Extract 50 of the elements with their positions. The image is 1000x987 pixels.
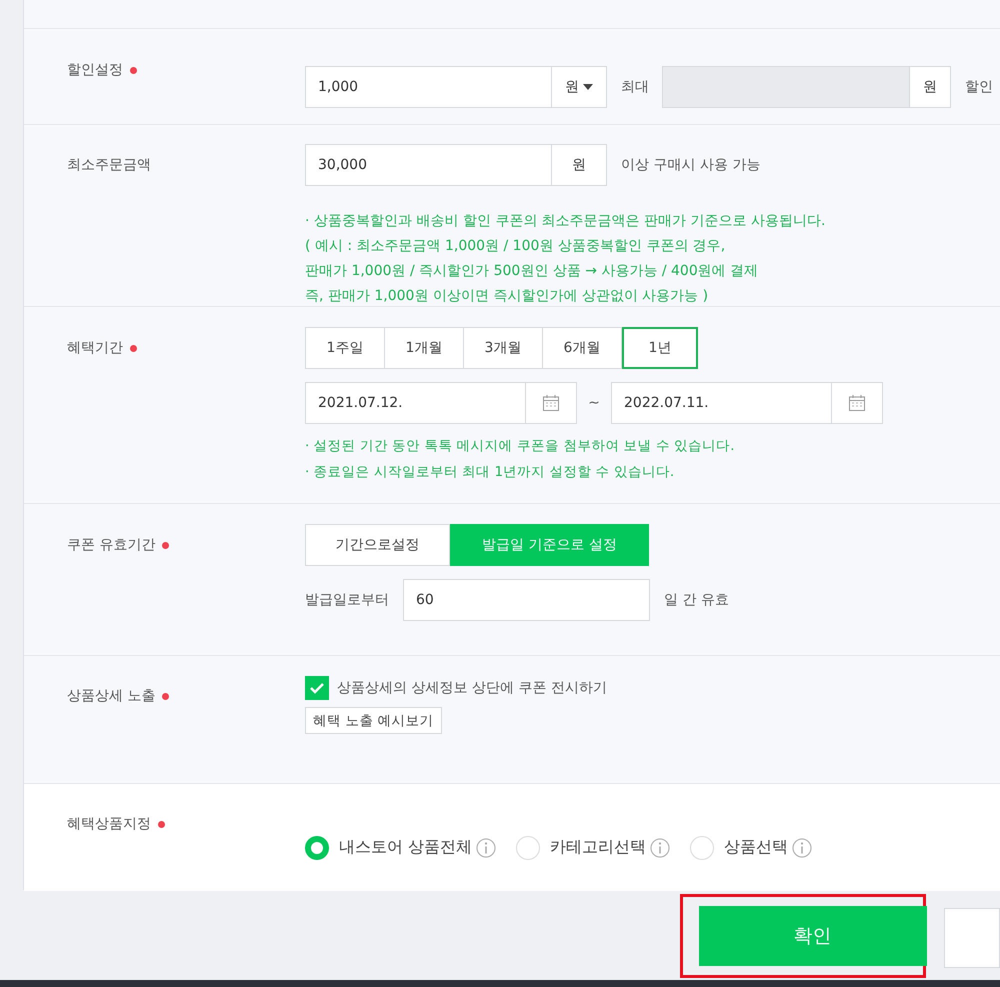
unit-dropdown[interactable]: 원	[552, 66, 607, 108]
radio-label: 내스토어 상품전체	[339, 837, 472, 858]
end-date-field[interactable]: 2022.07.11.	[611, 382, 883, 424]
caret-icon	[583, 84, 593, 90]
radio-button[interactable]	[690, 836, 714, 860]
calendar-icon	[542, 394, 560, 412]
start-date-field[interactable]: 2021.07.12.	[305, 382, 577, 424]
help-note: ( 예시 : 최소주문금액 1,000원 / 100원 상품중복할인 쿠폰의 경우,	[305, 237, 726, 256]
help-note: · 상품중복할인과 배송비 할인 쿠폰의 최소주문금액은 판매가 기준으로 사용됩니다.	[305, 212, 827, 231]
period-preset-button[interactable]: 3개월	[463, 327, 543, 369]
validity-option-button[interactable]: 기간으로설정	[305, 524, 450, 566]
discount-amount-field[interactable]: 1,000	[305, 66, 552, 108]
check-icon	[309, 682, 325, 694]
radio-button[interactable]	[516, 836, 540, 860]
radio-label: 상품선택	[724, 837, 788, 858]
days-label: 발급일로부터	[305, 591, 389, 609]
range-separator: ~	[587, 395, 601, 411]
period-preset-button[interactable]: 1주일	[305, 327, 385, 369]
field-label: 상품상세 노출	[67, 687, 156, 705]
field-label: 최소주문금액	[67, 156, 151, 174]
secondary-button[interactable]	[944, 908, 1000, 968]
field-label: 혜택기간	[67, 339, 123, 357]
calendar-icon	[848, 394, 866, 412]
min-order-suffix: 이상 구매시 사용 가능	[621, 156, 760, 174]
period-preset-button[interactable]: 6개월	[542, 327, 622, 369]
info-icon	[792, 838, 812, 858]
field-label: 쿠폰 유효기간	[67, 536, 156, 554]
field-label: 혜택상품지정	[67, 815, 151, 833]
max-label: 최대	[621, 78, 649, 96]
radio-button[interactable]	[305, 836, 329, 860]
min-order-field[interactable]: 30,000	[305, 144, 552, 186]
unit-label: 원	[552, 144, 607, 186]
days-suffix: 일 간 유효	[664, 591, 729, 609]
radio-label: 카테고리선택	[550, 837, 646, 858]
period-preset-button[interactable]: 1개월	[384, 327, 464, 369]
unit-label: 원	[910, 66, 951, 108]
days-field[interactable]: 60	[403, 579, 650, 621]
info-icon	[476, 838, 496, 858]
help-note: 판매가 1,000원 / 즉시할인가 500원인 상품 → 사용가능 / 400원에 결제	[305, 262, 760, 281]
help-note: · 설정된 기간 동안 톡톡 메시지에 쿠폰을 첨부하여 보낼 수 있습니다.	[305, 437, 736, 456]
preview-button[interactable]: 혜택 노출 예시보기	[305, 707, 442, 734]
help-note: · 종료일은 시작일로부터 최대 1년까지 설정할 수 있습니다.	[305, 463, 676, 482]
info-icon	[650, 838, 670, 858]
max-amount-field[interactable]	[662, 66, 910, 108]
field-label: 할인설정	[67, 61, 123, 79]
discount-suffix: 할인	[965, 78, 993, 96]
checkbox-label: 상품상세의 상세정보 상단에 쿠폰 전시하기	[337, 679, 607, 697]
period-preset-button[interactable]: 1년	[622, 327, 698, 369]
checkbox[interactable]	[305, 676, 329, 700]
help-note: 즉, 판매가 1,000원 이상이면 즉시할인가에 상관없이 사용가능 )	[305, 287, 710, 306]
